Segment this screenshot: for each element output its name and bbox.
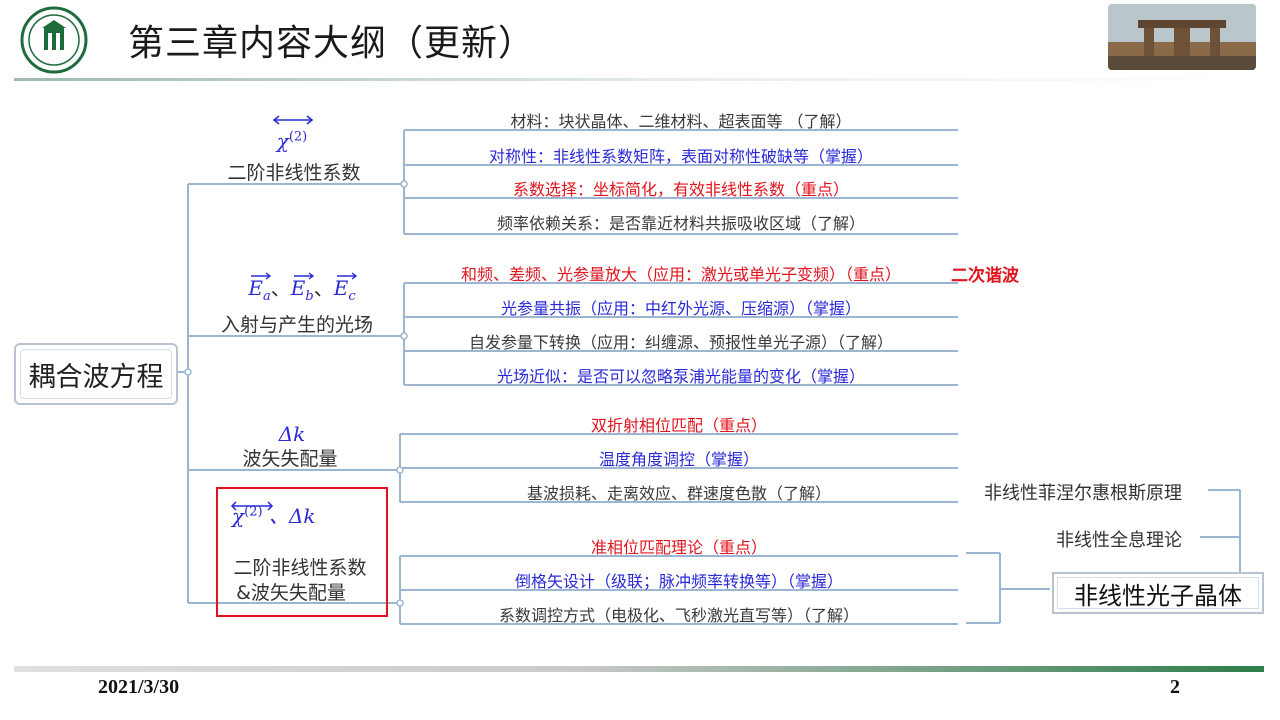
chi-superscript: (2) bbox=[288, 129, 308, 145]
branch2-leaf-2: 光参量共振（应用：中红外光源、压缩源）（掌握） bbox=[500, 299, 861, 318]
root-node-inner-border bbox=[20, 349, 172, 399]
right-node-holography: 非线性全息理论 bbox=[1056, 530, 1182, 551]
branch3-symbol: Δk bbox=[278, 422, 306, 446]
photonic-crystal-node: 非线性光子晶体 bbox=[1052, 572, 1264, 614]
field-a-subscript: a bbox=[263, 289, 271, 304]
double-arrow-icon bbox=[230, 501, 274, 511]
vector-arrow-icon bbox=[336, 272, 357, 280]
field-c-subscript: c bbox=[348, 289, 356, 304]
branch1-label: 二阶非线性系数 bbox=[227, 162, 361, 184]
branch2-leaf-3: 自发参量下转换（应用：纠缠源、预报性单光子源）（了解） bbox=[468, 333, 893, 352]
double-arrow-icon bbox=[272, 115, 314, 125]
branch3-label: 波矢失配量 bbox=[242, 448, 338, 470]
branch2-label: 入射与产生的光场 bbox=[220, 314, 373, 336]
separator-2: 、 bbox=[313, 276, 334, 300]
root-node-coupled-wave-equation: 耦合波方程 bbox=[14, 343, 178, 405]
page-number: 2 bbox=[1170, 676, 1180, 698]
chi-symbol: χ bbox=[276, 129, 289, 153]
branch4-leaf-3: 系数调控方式（电极化、飞秒激光直写等）（了解） bbox=[498, 606, 859, 625]
branch4-label-line1: 二阶非线性系数 bbox=[233, 557, 367, 579]
branch3-leaf-2: 温度角度调控（掌握） bbox=[598, 450, 759, 469]
vector-arrow-icon bbox=[251, 272, 272, 280]
field-b-subscript: b bbox=[305, 289, 314, 304]
branch1-leaf-4: 频率依赖关系：是否靠近材料共振吸收区域（了解） bbox=[496, 214, 865, 233]
branch2-leaf-1: 和频、差频、光参量放大（应用：激光或单光子变频）（重点） bbox=[460, 265, 901, 284]
branch1-leaf-2: 对称性：非线性系数矩阵，表面对称性破缺等（掌握） bbox=[488, 147, 873, 166]
branch4-symbols: χ(2) 、Δk bbox=[230, 500, 372, 529]
branch1-leaf-3: 系数选择：坐标简化，有效非线性系数（重点） bbox=[512, 180, 849, 199]
photonic-crystal-inner-border bbox=[1057, 577, 1259, 609]
footer-date: 2021/3/30 bbox=[98, 676, 180, 698]
footer-divider bbox=[14, 666, 1264, 672]
second-harmonic-note: 二次谐波 bbox=[951, 266, 1019, 286]
vector-arrow-icon bbox=[293, 272, 314, 280]
branch2-symbols: Ea 、 Eb 、 Ec bbox=[232, 272, 372, 304]
branch4-label-line2: &波矢失配量 bbox=[236, 582, 346, 604]
right-node-fresnel-huygens: 非线性菲涅尔惠根斯原理 bbox=[984, 483, 1182, 504]
branch4-leaf-1: 准相位匹配理论（重点） bbox=[590, 538, 767, 557]
branch1-symbol: χ(2) bbox=[262, 112, 322, 153]
branch2-leaf-4: 光场近似：是否可以忽略泵浦光能量的变化（掌握） bbox=[496, 367, 865, 386]
branch3-leaf-3: 基波损耗、走离效应、群速度色散（了解） bbox=[526, 484, 831, 503]
branch3-leaf-1: 双折射相位匹配（重点） bbox=[590, 416, 767, 435]
branch4-leaf-2: 倒格矢设计（级联；脉冲频率转换等）（掌握） bbox=[514, 572, 843, 591]
separator-1: 、 bbox=[270, 276, 291, 300]
branch1-leaf-1: 材料：块状晶体、二维材料、超表面等 （了解） bbox=[510, 112, 852, 131]
